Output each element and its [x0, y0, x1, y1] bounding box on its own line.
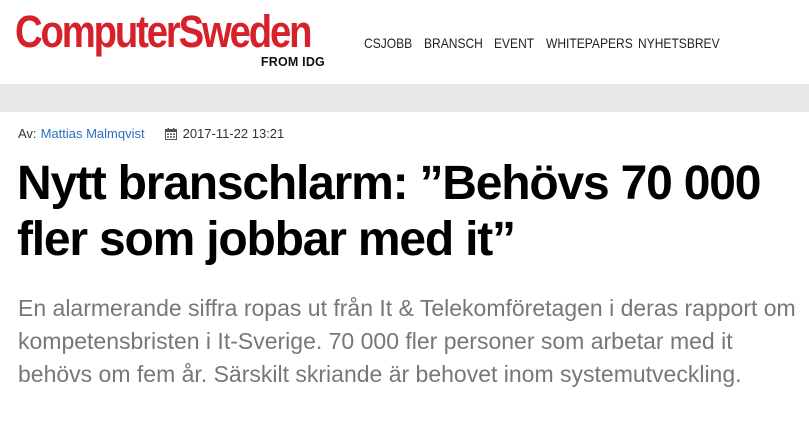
- logo-subline: FROM IDG: [260, 55, 325, 69]
- main-nav: CSJOBB BRANSCH EVENT WHITEPAPERS NYHETSB…: [364, 34, 720, 52]
- author-link[interactable]: Mattias Malmqvist: [41, 126, 145, 142]
- site-header: ComputerSweden FROM IDG CSJOBB BRANSCH E…: [0, 0, 809, 84]
- publish-date: 2017-11-22 13:21: [182, 126, 285, 141]
- article-ingress: En alarmerande siffra ropas ut från It &…: [18, 295, 796, 387]
- author-prefix: Av:: [18, 126, 37, 141]
- article-meta: Av: Mattias Malmqvist 2017-11-22 13:21: [18, 126, 284, 142]
- logo-wordmark: ComputerSweden: [15, 6, 313, 57]
- nav-item-bransch[interactable]: BRANSCH: [424, 34, 494, 52]
- header-divider-bar: [0, 84, 809, 112]
- nav-item-event[interactable]: EVENT: [494, 34, 546, 52]
- nav-item-csjobb[interactable]: CSJOBB: [364, 34, 424, 52]
- site-logo[interactable]: ComputerSweden FROM IDG: [15, 6, 325, 74]
- nav-item-nyhetsbrev[interactable]: NYHETSBREV: [638, 34, 720, 52]
- calendar-icon: [164, 128, 177, 140]
- nav-item-whitepapers[interactable]: WHITEPAPERS: [546, 34, 638, 52]
- article-headline: Nytt branschlarm: ”Behövs 70 000 fler so…: [17, 157, 761, 266]
